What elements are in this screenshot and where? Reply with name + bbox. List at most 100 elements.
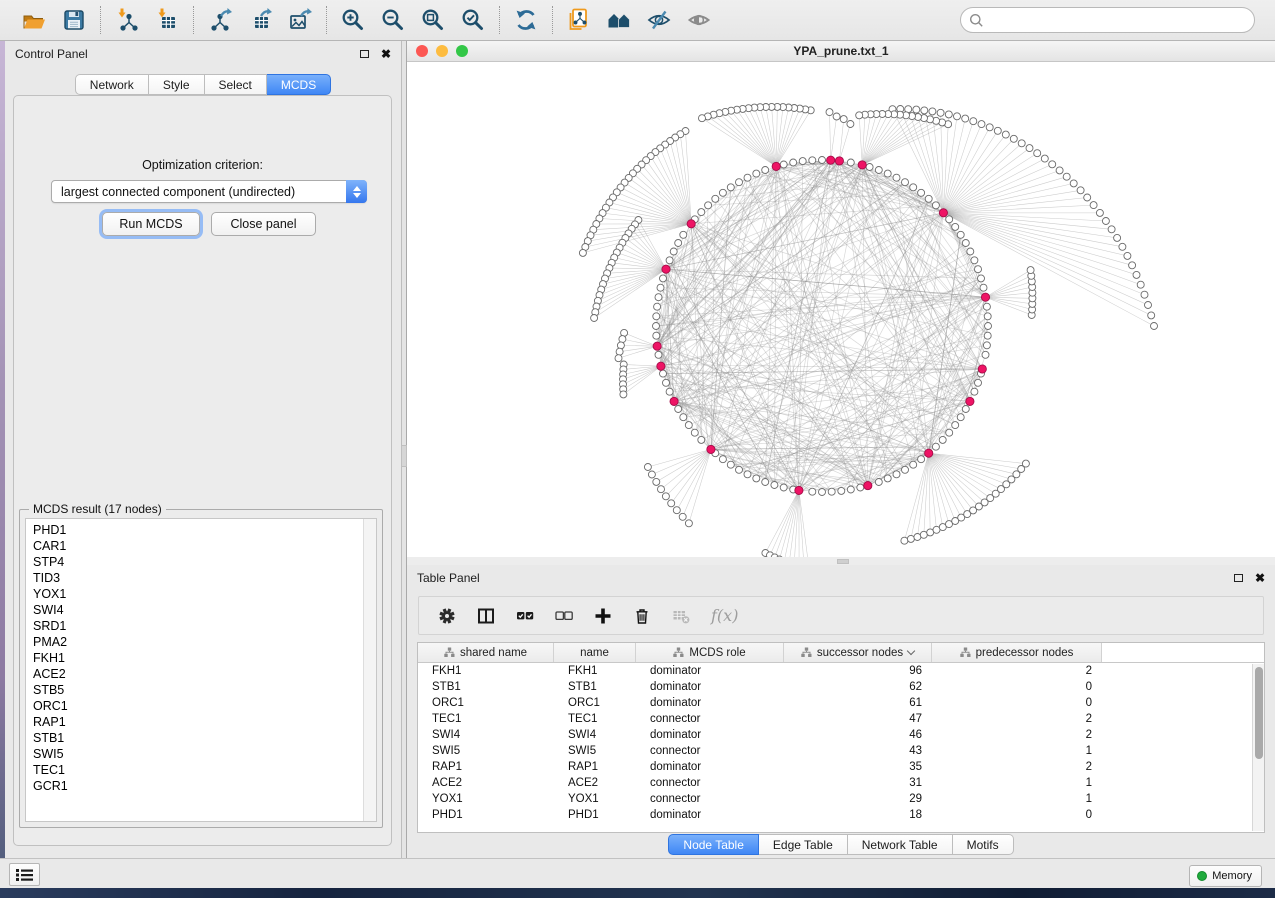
criterion-dropdown[interactable]: largest connected component (undirected) — [51, 180, 367, 203]
mcds-result-item[interactable]: YOX1 — [26, 586, 362, 602]
network-node[interactable] — [907, 535, 914, 542]
network-node[interactable] — [918, 189, 925, 196]
network-node[interactable] — [753, 170, 760, 177]
network-node[interactable] — [939, 436, 946, 443]
network-node[interactable] — [653, 313, 660, 320]
network-node[interactable] — [744, 174, 751, 181]
network-canvas[interactable] — [407, 62, 1275, 557]
mcds-node[interactable] — [772, 162, 780, 170]
column-header-MCDS-role[interactable]: MCDS role — [636, 643, 784, 662]
mcds-result-item[interactable]: ORC1 — [26, 698, 362, 714]
network-node[interactable] — [685, 520, 692, 527]
network-node[interactable] — [910, 461, 917, 468]
network-node[interactable] — [1070, 180, 1077, 187]
mcds-result-item[interactable]: STB1 — [26, 730, 362, 746]
mcds-result-item[interactable]: GCR1 — [26, 778, 362, 794]
mcds-node[interactable] — [662, 265, 670, 273]
save-session-button[interactable] — [58, 5, 90, 35]
network-node[interactable] — [1027, 267, 1034, 274]
zoom-selected-button[interactable] — [457, 5, 489, 35]
table-row[interactable]: ACE2ACE2connector311 — [418, 775, 1264, 791]
network-node[interactable] — [994, 127, 1001, 134]
network-node[interactable] — [648, 471, 655, 478]
network-node[interactable] — [986, 124, 993, 131]
mcds-list-scrollbar[interactable] — [363, 519, 376, 821]
column-header-successor-nodes[interactable]: successor nodes — [784, 643, 932, 662]
table-row[interactable]: SWI4SWI4dominator462 — [418, 727, 1264, 743]
mcds-result-item[interactable]: SWI5 — [26, 746, 362, 762]
network-node[interactable] — [1022, 460, 1029, 467]
network-node[interactable] — [655, 294, 662, 301]
zoom-in-button[interactable] — [337, 5, 369, 35]
network-node[interactable] — [660, 275, 667, 282]
mcds-node[interactable] — [864, 482, 872, 490]
network-node[interactable] — [985, 323, 992, 330]
network-node[interactable] — [1151, 323, 1158, 330]
table-row[interactable]: STB1STB1dominator620 — [418, 679, 1264, 695]
mcds-node[interactable] — [925, 449, 933, 457]
network-node[interactable] — [658, 486, 665, 493]
network-node[interactable] — [579, 249, 586, 256]
network-node[interactable] — [1102, 218, 1109, 225]
network-node[interactable] — [970, 118, 977, 125]
network-node[interactable] — [771, 482, 778, 489]
network-node[interactable] — [978, 121, 985, 128]
network-node[interactable] — [780, 161, 787, 168]
network-node[interactable] — [1108, 226, 1115, 233]
network-node[interactable] — [1096, 209, 1103, 216]
network-node[interactable] — [616, 348, 623, 355]
network-node[interactable] — [983, 303, 990, 310]
network-node[interactable] — [666, 388, 673, 395]
network-node[interactable] — [653, 323, 660, 330]
network-node[interactable] — [762, 479, 769, 486]
mcds-node[interactable] — [653, 342, 661, 350]
network-node[interactable] — [712, 195, 719, 202]
network-node[interactable] — [962, 240, 969, 247]
network-node[interactable] — [856, 112, 863, 119]
network-node[interactable] — [1145, 302, 1152, 309]
network-node[interactable] — [1018, 140, 1025, 147]
network-node[interactable] — [799, 158, 806, 165]
first-neighbors-button[interactable] — [603, 5, 635, 35]
mcds-result-item[interactable]: TID3 — [26, 570, 362, 586]
tab-network-table[interactable]: Network Table — [848, 834, 953, 855]
network-node[interactable] — [679, 513, 686, 520]
network-node[interactable] — [925, 195, 932, 202]
import-table-button[interactable] — [151, 5, 183, 35]
network-node[interactable] — [657, 284, 664, 291]
network-node[interactable] — [705, 202, 712, 209]
close-panel-icon[interactable]: ✖ — [1255, 572, 1265, 584]
mcds-node[interactable] — [687, 220, 695, 228]
mcds-result-item[interactable]: PMA2 — [26, 634, 362, 650]
network-node[interactable] — [680, 231, 687, 238]
table-scrollbar[interactable] — [1252, 664, 1264, 831]
network-node[interactable] — [957, 414, 964, 421]
network-node[interactable] — [902, 179, 909, 186]
network-node[interactable] — [847, 159, 854, 166]
network-node[interactable] — [857, 484, 864, 491]
table-row[interactable]: PHD1PHD1dominator180 — [418, 807, 1264, 823]
network-node[interactable] — [654, 303, 661, 310]
network-node[interactable] — [838, 487, 845, 494]
table-row[interactable]: ORC1ORC1dominator610 — [418, 695, 1264, 711]
network-node[interactable] — [698, 209, 705, 216]
network-node[interactable] — [691, 429, 698, 436]
mcds-result-item[interactable]: STP4 — [26, 554, 362, 570]
mcds-result-item[interactable]: SWI4 — [26, 602, 362, 618]
network-node[interactable] — [819, 489, 826, 496]
network-node[interactable] — [967, 248, 974, 255]
table-row[interactable]: RAP1RAP1dominator352 — [418, 759, 1264, 775]
zoom-out-button[interactable] — [377, 5, 409, 35]
network-node[interactable] — [901, 537, 908, 544]
close-panel-button[interactable]: Close panel — [211, 212, 316, 236]
network-node[interactable] — [962, 115, 969, 122]
open-session-button[interactable] — [18, 5, 50, 35]
mcds-result-item[interactable]: RAP1 — [26, 714, 362, 730]
network-node[interactable] — [920, 531, 927, 538]
network-node[interactable] — [719, 189, 726, 196]
mcds-node[interactable] — [657, 362, 665, 370]
mcds-result-item[interactable]: SRD1 — [26, 618, 362, 634]
network-node[interactable] — [1010, 135, 1017, 142]
task-history-button[interactable] — [9, 863, 40, 886]
network-node[interactable] — [1129, 262, 1136, 269]
